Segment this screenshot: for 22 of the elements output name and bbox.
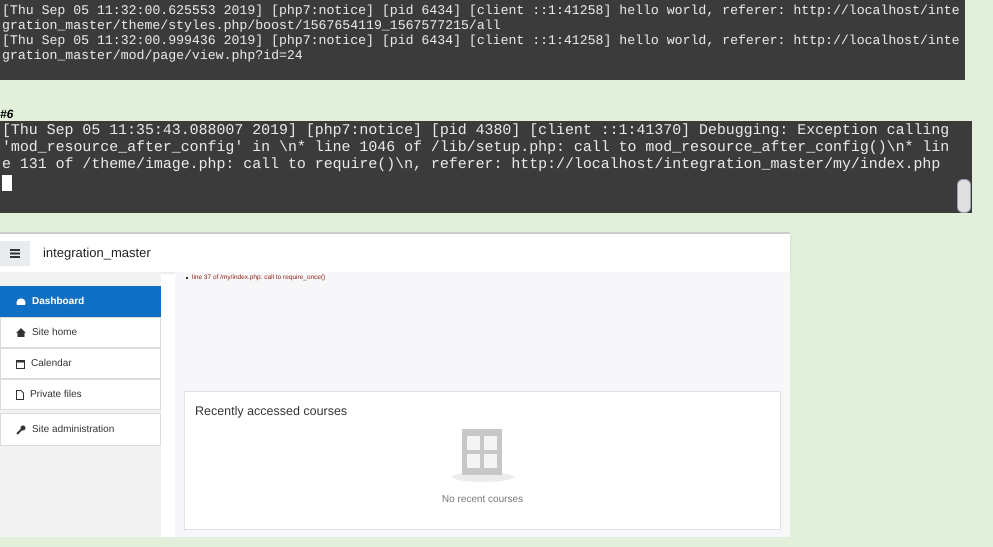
- nav-item[interactable]: Site home: [0, 317, 161, 348]
- empty-courses-icon: [450, 428, 514, 482]
- scrollbar[interactable]: [957, 179, 971, 213]
- nav-item[interactable]: Dashboard: [0, 286, 161, 317]
- site-name[interactable]: integration_master: [43, 243, 151, 263]
- wrench-icon: [16, 424, 26, 434]
- log-entry: [Thu Sep 05 11:32:00.999436 2019] [php7:notice] [pid 6434] [client ::1:41258] hello world, referer: http://localhost/integration_master/mod/page/view.php?id=24: [2, 33, 960, 63]
- section-label: #6: [0, 107, 14, 121]
- gauge-icon: [16, 297, 26, 306]
- card-title: Recently accessed courses: [195, 402, 348, 420]
- log-entry: [Thu Sep 05 11:35:43.088007 2019] [php7:notice] [pid 4380] [client ::1:41370] Debugging: Exception calling 'mod_resource_after_config' in \n* line 1046 of /lib/setup.php: call to mod_resource_after_config()\n* line 131 of /theme/image.php: call to require()\n, referer: http://localhost/integration_master/my/index.php: [2, 123, 950, 174]
- nav-item[interactable]: Private files: [0, 379, 161, 410]
- file-icon: [16, 390, 24, 400]
- home-icon: [16, 328, 26, 337]
- text-cursor: [2, 175, 12, 191]
- nav-item[interactable]: Calendar: [0, 348, 161, 379]
- empty-state-text: No recent courses: [442, 492, 524, 506]
- nav-item[interactable]: Site administration: [0, 413, 161, 446]
- menu-button[interactable]: [0, 240, 30, 266]
- log-entry: [Thu Sep 05 11:32:00.625553 2019] [php7:notice] [pid 6434] [client ::1:41258] hello world, referer: http://localhost/integration_master/theme/styles.php/boost/1567654119_1567577215/all: [2, 3, 960, 33]
- calendar-icon: [16, 358, 25, 368]
- menu-icon: [10, 248, 20, 258]
